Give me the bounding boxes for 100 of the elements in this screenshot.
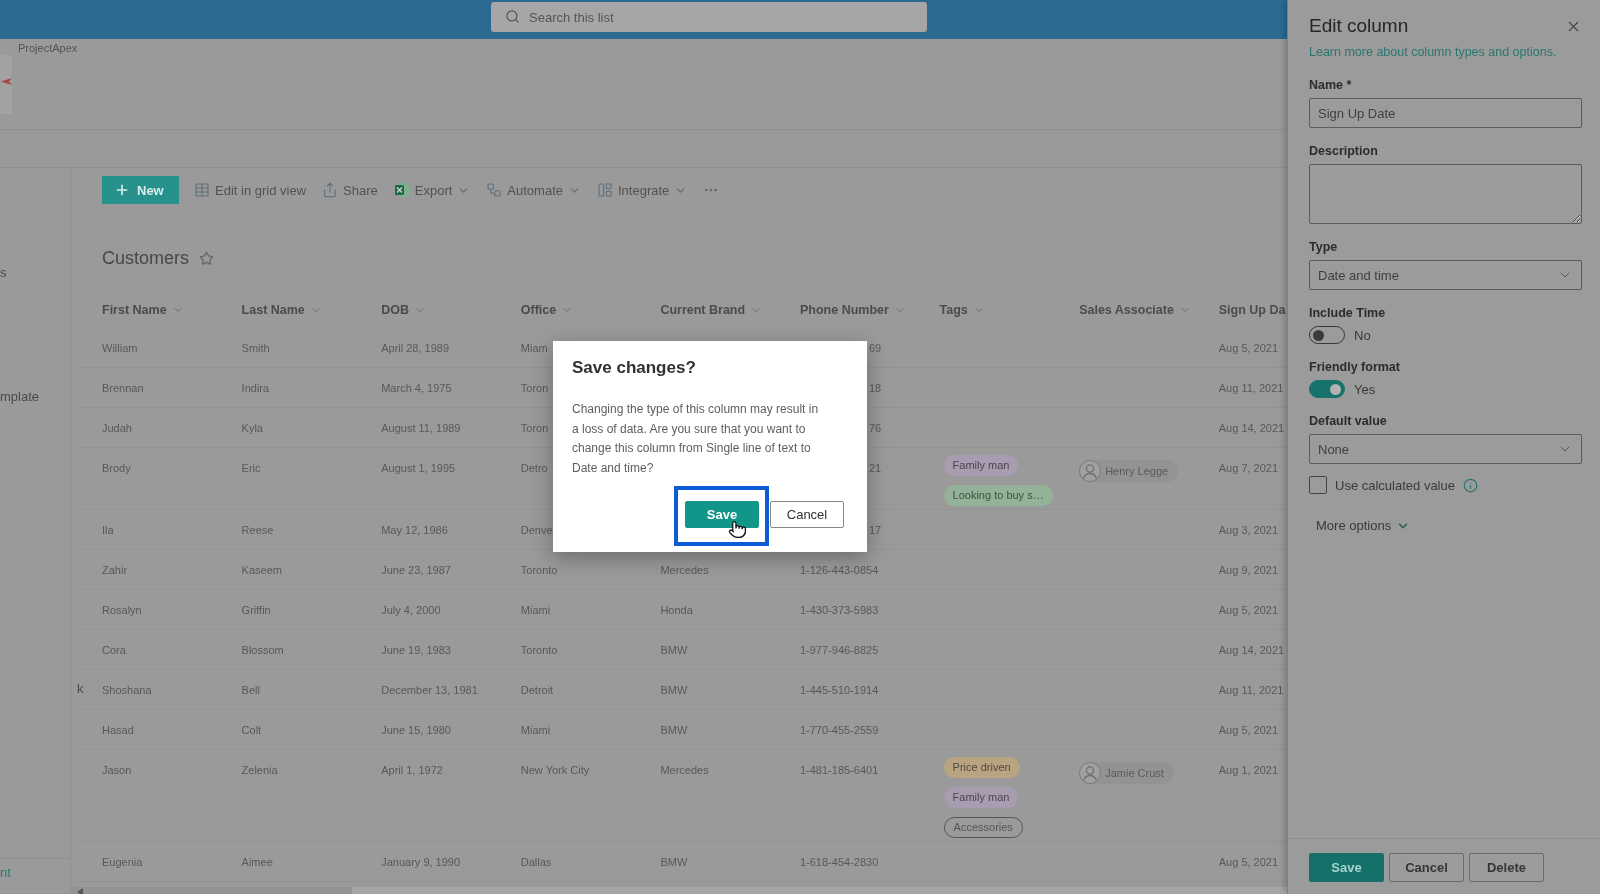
save-button[interactable]: Save [1309,853,1384,882]
table-cell: 1-977-946-8825 [799,643,879,657]
toolbar-button[interactable]: Share [317,176,383,204]
table-cell: 69 [868,341,882,355]
table-cell: BMW [660,683,688,697]
table-cell: Bell [241,683,260,697]
table-cell: Aug 11, 2021 [1218,381,1284,395]
table-cell: June 15, 1980 [381,723,451,737]
table-cell: 1-430-373-5983 [799,603,879,617]
table-cell: Aug 5, 2021 [1218,855,1279,869]
column-header[interactable]: DOB [381,302,426,317]
table-cell: BMW [660,643,688,657]
table-cell: December 13, 1981 [381,683,478,697]
scrollbar-thumb[interactable] [352,887,1287,894]
table-cell: 1-481-185-6401 [799,763,879,777]
star-icon[interactable] [199,250,215,266]
tag: Price driven [943,757,1020,778]
plus-icon [114,182,130,198]
search-field[interactable]: Search this list [491,2,927,32]
nav-item[interactable]: s [0,264,7,282]
cancel-button[interactable]: Cancel [770,501,844,528]
table-cell: Aug 7, 2021 [1218,461,1279,475]
table-cell: Colt [241,723,262,737]
column-header[interactable]: Sign Up Da [1218,302,1286,317]
table-cell: April 28, 1989 [381,341,450,355]
table-cell: Cora [102,643,126,657]
table-cell: Mercedes [660,563,709,577]
table-cell: Mercedes [660,763,709,777]
share-icon [322,182,339,198]
column-header[interactable]: Last Name [241,302,322,317]
dropdown[interactable]: Date and time [1309,260,1582,290]
table-cell: 1-618-454-2830 [799,855,879,869]
table-cell: August 11, 1989 [381,421,461,435]
text-field[interactable]: Sign Up Date [1309,98,1582,128]
dropdown[interactable]: None [1309,434,1582,464]
table-cell: August 1, 1995 [381,461,456,475]
flow-icon [486,182,503,198]
person-name: Henry Legge [1105,465,1169,477]
toolbar-button[interactable]: Export [388,176,476,204]
table-cell: January 9, 1990 [381,855,461,869]
scroll-left-icon[interactable] [77,888,83,894]
table-cell: Kaseem [241,563,282,577]
table-cell: Aug 1, 2021 [1218,763,1279,777]
dialog-message: Changing the type of this column may result in a loss of data. Are you sure that you want to change this column from Single line of text to Date and time? [572,401,820,477]
logo-icon[interactable] [0,55,12,114]
table-cell: Smith [241,341,270,355]
column-header[interactable]: First Name [102,302,184,317]
table-cell: Griffin [241,603,271,617]
panel-title: Edit column [1309,14,1409,38]
column-header[interactable]: Sales Associate [1079,302,1191,317]
nav-link[interactable]: nt [0,864,11,882]
table-cell: Blossom [241,643,284,657]
field-label: Friendly format [1309,359,1400,376]
table-cell: Rosalyn [102,603,142,617]
table-cell: Kyla [241,421,263,435]
text-fragment: k [77,681,84,697]
tag: Looking to buy s… [943,485,1053,506]
panels-icon [597,182,613,198]
table-cell: July 4, 2000 [381,603,441,617]
column-header[interactable]: Current Brand [660,302,763,317]
table-cell: Aug 5, 2021 [1218,603,1279,617]
column-header[interactable]: Phone Number [799,302,906,317]
table-cell: March 4, 1975 [381,381,452,395]
table-cell: Detro [520,461,548,475]
table-cell: Ila [102,523,114,537]
toggle-switch[interactable] [1309,380,1345,398]
table-cell: Honda [660,603,693,617]
table-cell: 21 [868,461,882,475]
footer-button[interactable]: Delete [1469,853,1544,882]
tag: Family man [943,455,1019,476]
new-button[interactable]: New [102,176,179,204]
toggle-state-text: Yes [1354,381,1376,397]
table-cell: 1-445-510-1914 [799,683,879,697]
checkbox[interactable] [1309,476,1327,494]
save-button[interactable]: Save [685,501,759,528]
table-cell: Denve [520,523,553,537]
column-header[interactable]: Tags [939,302,985,317]
scrollbar-track[interactable] [71,887,1287,894]
table-cell: June 19, 1983 [381,643,451,657]
footer-button[interactable]: Cancel [1389,853,1464,882]
toolbar-button[interactable]: Integrate [592,176,693,204]
field-label: Default value [1309,413,1387,430]
grid-icon [194,182,210,198]
dialog-title: Save changes? [572,357,696,379]
column-header[interactable]: Office [520,302,574,317]
table-cell: Reese [241,523,274,537]
help-link[interactable]: Learn more about column types and options. [1309,44,1557,60]
info-icon[interactable] [1462,477,1478,493]
toolbar-button[interactable]: Edit in grid view [189,176,312,204]
table-cell: Aimee [241,855,273,869]
person-name: Jamie Crust [1105,767,1164,779]
nav-item[interactable]: mplate [0,388,40,406]
text-area-field[interactable] [1309,164,1582,224]
table-cell: Aug 14, 2021 [1218,643,1285,657]
toolbar-button[interactable]: Automate [481,176,586,204]
site-name[interactable]: ProjectApex [18,41,78,55]
table-cell: William [102,341,138,355]
table-cell: Aug 9, 2021 [1218,563,1279,577]
table-cell: Eugenia [102,855,143,869]
more-options-button[interactable]: More options [1316,517,1411,535]
